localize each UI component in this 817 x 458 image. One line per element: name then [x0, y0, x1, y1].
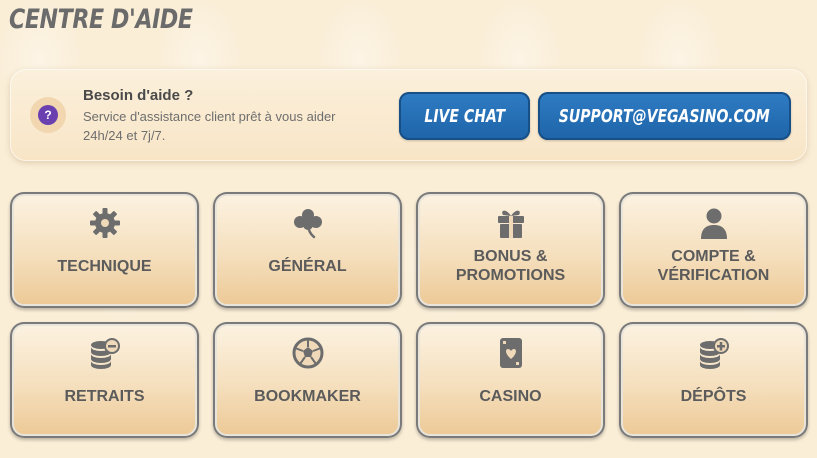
help-icon-container: ? [30, 97, 66, 133]
category-label: CASINO [479, 388, 542, 405]
category-label: BOOKMAKER [254, 388, 361, 405]
coins-plus-icon [697, 336, 731, 370]
category-label-line2: PROMOTIONS [455, 267, 566, 284]
help-description: Service d'assistance client prêt à vous … [83, 107, 373, 145]
help-description-line1: Service d'assistance client prêt à vous … [83, 109, 336, 124]
category-bookmaker[interactable]: BOOKMAKER [213, 322, 402, 438]
coins-minus-icon [88, 336, 122, 370]
support-email-label: SUPPORT@VEGASINO.COM [559, 105, 770, 127]
category-bonus-promotions[interactable]: BONUS & PROMOTIONS [416, 192, 605, 308]
category-label-line1: BONUS & [473, 248, 548, 265]
help-title: Besoin d'aide ? [83, 87, 194, 104]
gear-icon [88, 206, 122, 240]
category-label: DÉPÔTS [680, 388, 747, 405]
category-casino[interactable]: CASINO [416, 322, 605, 438]
category-label: TECHNIQUE [57, 258, 152, 275]
gift-icon [494, 206, 528, 240]
category-general[interactable]: GÉNÉRAL [213, 192, 402, 308]
help-banner: ? Besoin d'aide ? Service d'assistance c… [10, 69, 807, 161]
category-retraits[interactable]: RETRAITS [10, 322, 199, 438]
category-label-line1: COMPTE & [671, 248, 756, 265]
category-label: GÉNÉRAL [268, 258, 347, 275]
category-label: RETRAITS [64, 388, 145, 405]
clover-icon [291, 206, 325, 240]
help-description-line2: 24h/24 et 7j/7. [83, 128, 166, 143]
live-chat-label: LIVE CHAT [424, 105, 505, 127]
category-depots[interactable]: DÉPÔTS [619, 322, 808, 438]
category-technique[interactable]: TECHNIQUE [10, 192, 199, 308]
playing-card-icon [494, 336, 528, 370]
page-title: CENTRE D'AIDE [9, 4, 193, 35]
category-label-line2: VÉRIFICATION [657, 267, 770, 284]
user-icon [697, 206, 731, 240]
support-email-button[interactable]: SUPPORT@VEGASINO.COM [538, 92, 791, 140]
live-chat-button[interactable]: LIVE CHAT [399, 92, 530, 140]
soccer-ball-icon [291, 336, 325, 370]
question-icon: ? [38, 105, 58, 125]
category-compte-verification[interactable]: COMPTE & VÉRIFICATION [619, 192, 808, 308]
